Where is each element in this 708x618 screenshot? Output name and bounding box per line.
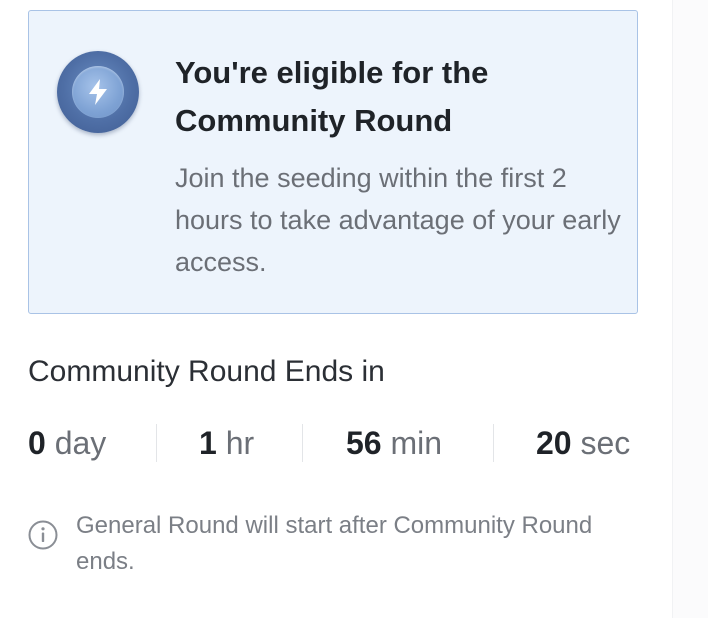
countdown-days: 0 day (28, 420, 106, 466)
eligibility-description: Join the seeding within the first 2 hour… (175, 163, 621, 277)
seconds-value: 20 (536, 425, 572, 461)
hours-unit: hr (225, 425, 255, 461)
countdown-minutes: 56 min (346, 420, 442, 466)
countdown-timer: 0 day 1 hr 56 min 20 sec (28, 420, 640, 466)
notice-text: General Round will start after Community… (76, 512, 593, 575)
lightning-bolt-icon (72, 66, 124, 118)
eligibility-card: You're eligible for the Community Round … (28, 10, 638, 314)
days-unit: day (54, 425, 107, 461)
countdown-hours: 1 hr (199, 420, 254, 466)
minutes-unit: min (390, 425, 443, 461)
seconds-unit: sec (580, 425, 631, 461)
eligibility-title: You're eligible for the Community Round (175, 55, 489, 138)
countdown-divider (493, 424, 494, 462)
hours-value: 1 (199, 425, 217, 461)
minutes-value: 56 (346, 425, 382, 461)
community-badge (57, 51, 139, 133)
countdown-divider (156, 424, 157, 462)
countdown-seconds: 20 sec (536, 420, 630, 466)
days-value: 0 (28, 425, 46, 461)
info-icon (28, 520, 58, 550)
panel-edge (672, 0, 708, 618)
countdown-divider (302, 424, 303, 462)
countdown-label: Community Round Ends in (28, 355, 385, 388)
